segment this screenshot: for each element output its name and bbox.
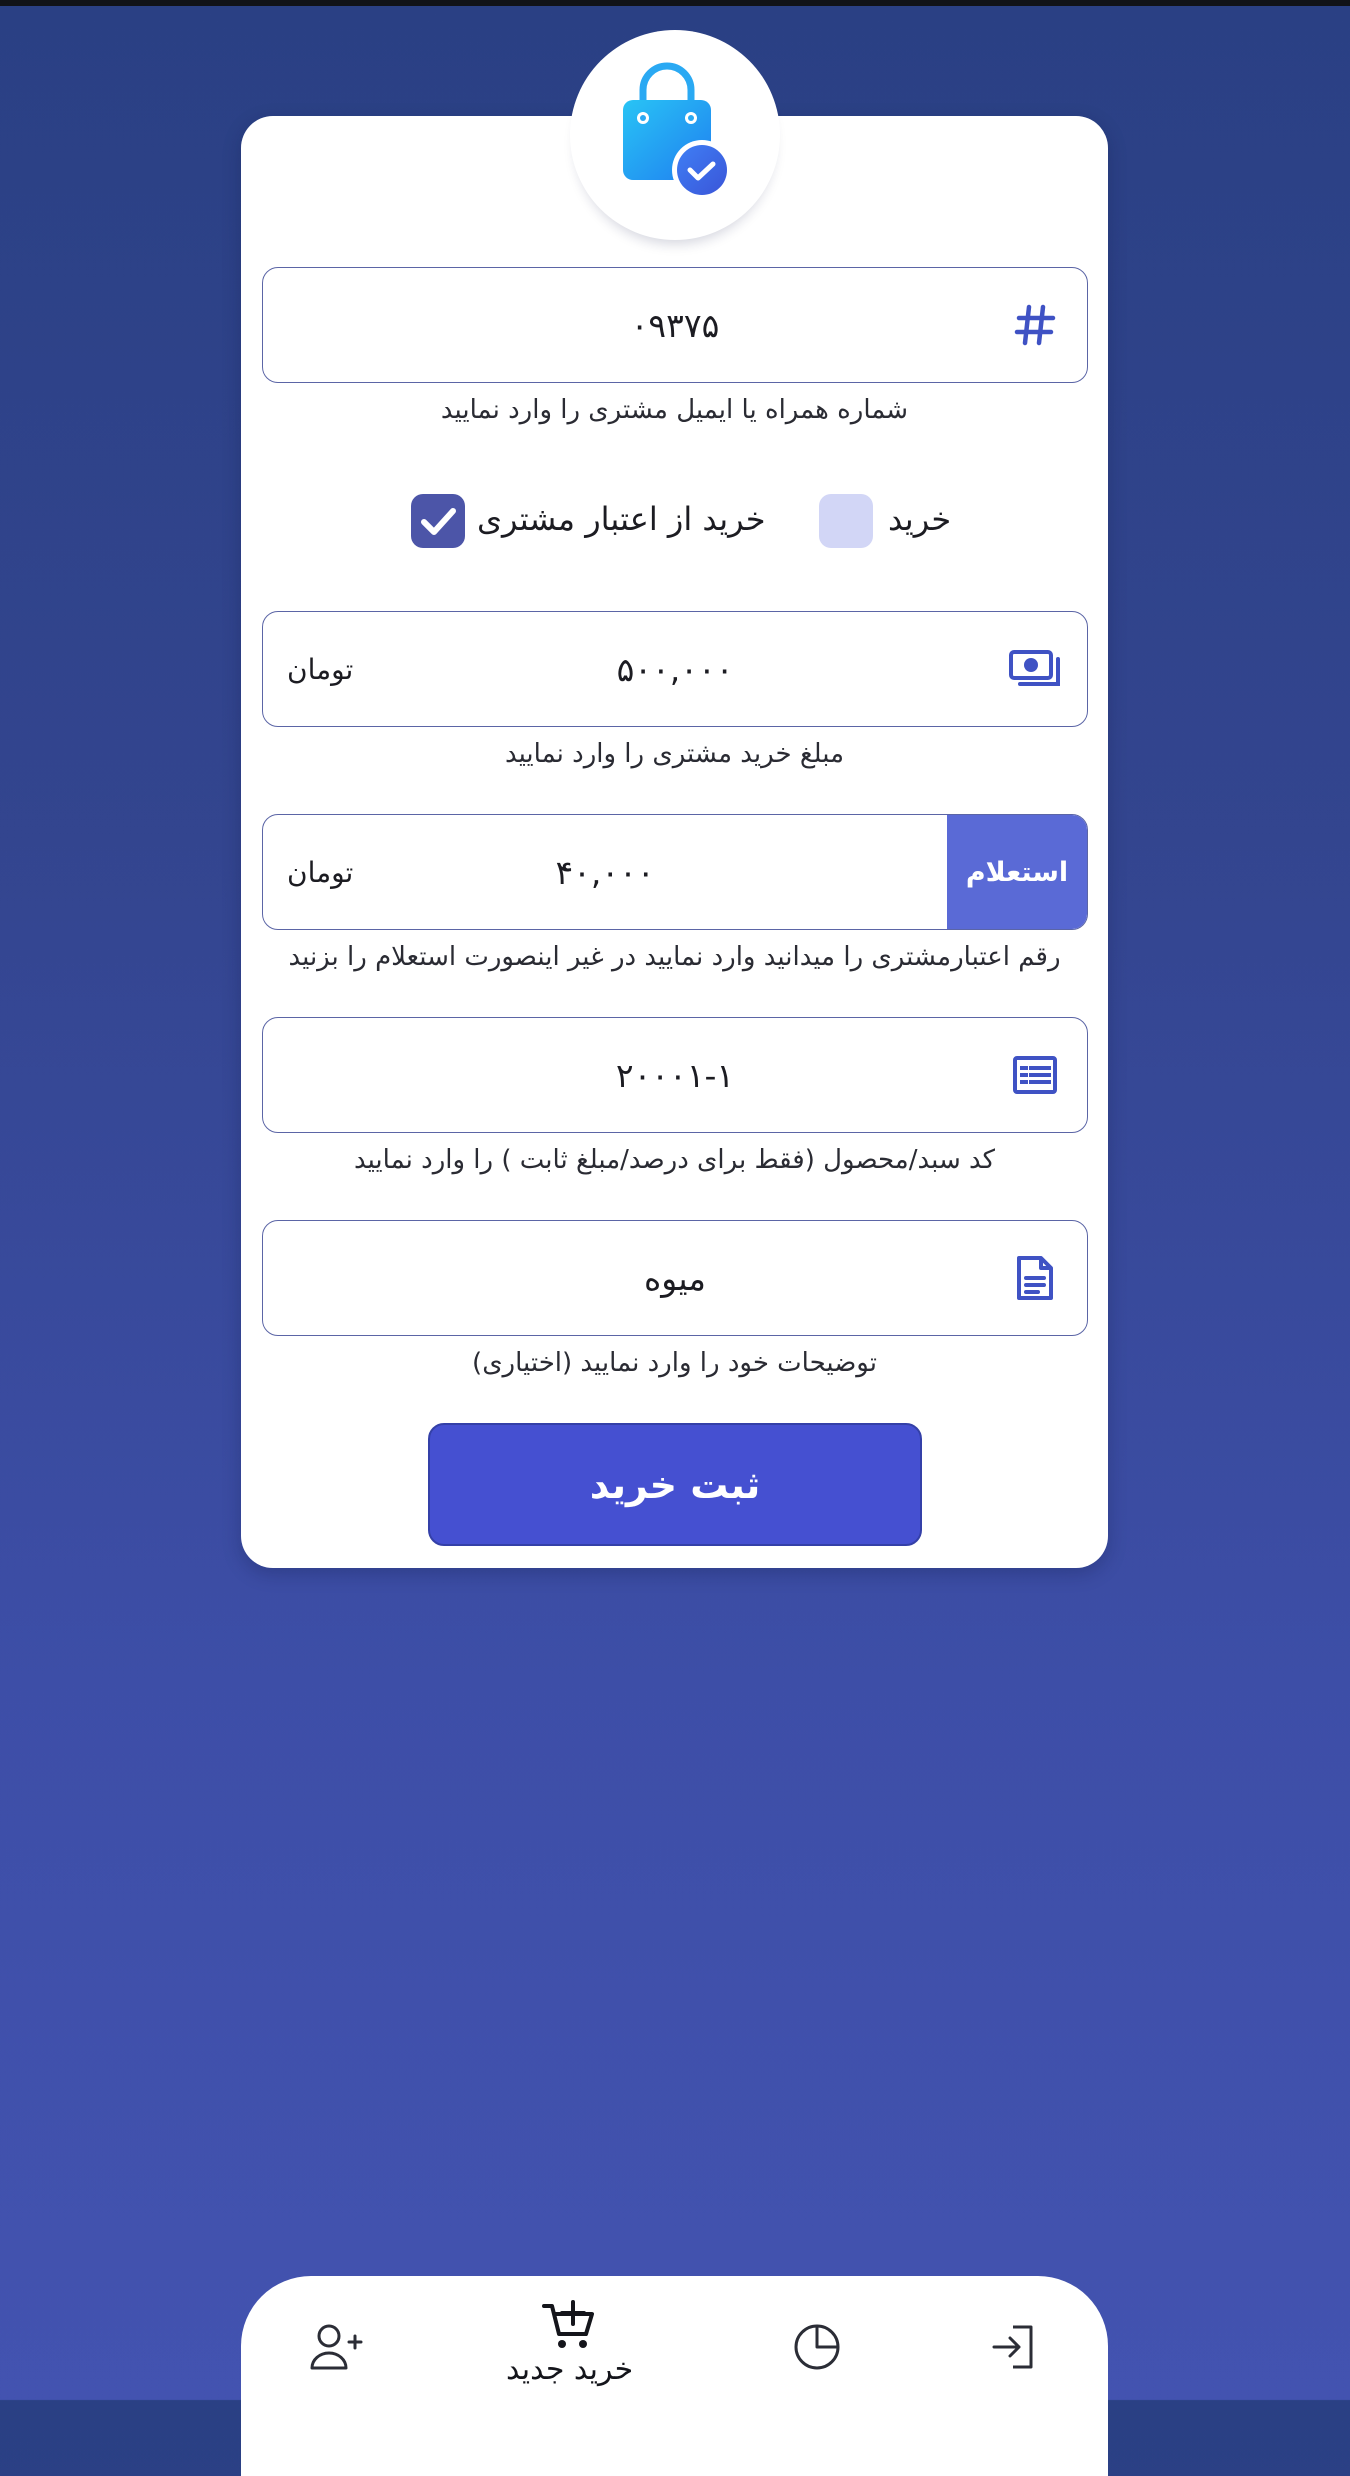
add-user-icon (310, 2324, 363, 2370)
submit-purchase-button[interactable]: ثبت خرید (428, 1423, 922, 1546)
amount-input[interactable]: ۵۰۰,۰۰۰ (263, 612, 1087, 726)
credit-purchase-label: خرید از اعتبار مشتری (477, 500, 766, 538)
description-helper: توضیحات خود را وارد نمایید (اختیاری) (472, 1348, 877, 1378)
purchase-checkbox-label: خرید (888, 500, 952, 538)
document-icon (1007, 1221, 1063, 1335)
contact-input[interactable]: ۰۹۳۷۵ (263, 268, 1087, 382)
nav-add-user[interactable] (309, 2322, 365, 2372)
logout-icon (992, 2325, 1033, 2369)
status-strip (0, 0, 1350, 6)
purchase-type-options: خرید خرید از اعتبار مشتری (241, 490, 1108, 554)
product-code-helper: کد سبد/محصول (فقط برای درصد/مبلغ ثابت ) … (353, 1145, 996, 1175)
list-icon (1007, 1018, 1063, 1132)
nav-logout[interactable] (989, 2324, 1037, 2370)
purchase-checkbox[interactable] (819, 494, 873, 548)
hash-icon (1007, 268, 1063, 382)
contact-helper: شماره همراه یا ایمیل مشتری را وارد نمایی… (440, 395, 909, 425)
bottom-nav: خرید جدید (241, 2276, 1108, 2476)
checkmark-icon (421, 508, 456, 535)
money-icon (1007, 612, 1063, 726)
pie-chart-icon (794, 2324, 840, 2370)
app-logo (570, 30, 780, 240)
inquiry-button[interactable]: استعلام (947, 815, 1087, 929)
contact-field[interactable]: ۰۹۳۷۵ (262, 267, 1088, 383)
cart-add-icon (541, 2300, 594, 2348)
amount-field[interactable]: تومان ۵۰۰,۰۰۰ (262, 611, 1088, 727)
credit-helper: رقم اعتبارمشتری را میدانید وارد نمایید د… (288, 942, 1061, 972)
product-code-field[interactable]: ۲۰۰۰۱-۱ (262, 1017, 1088, 1133)
credit-purchase-checkbox[interactable] (411, 494, 465, 548)
description-input[interactable]: میوه (263, 1221, 1087, 1335)
nav-reports[interactable] (792, 2322, 842, 2372)
credit-input[interactable]: ۴۰,۰۰۰ (263, 815, 947, 929)
nav-new-purchase-label: خرید جدید (506, 2352, 634, 2387)
amount-helper: مبلغ خرید مشتری را وارد نمایید (504, 739, 845, 769)
shopping-bag-check-icon (623, 62, 732, 200)
credit-field[interactable]: تومان ۴۰,۰۰۰ استعلام (262, 814, 1088, 930)
description-field[interactable]: میوه (262, 1220, 1088, 1336)
nav-new-purchase[interactable]: خرید جدید (506, 2300, 633, 2387)
product-code-input[interactable]: ۲۰۰۰۱-۱ (263, 1018, 1087, 1132)
